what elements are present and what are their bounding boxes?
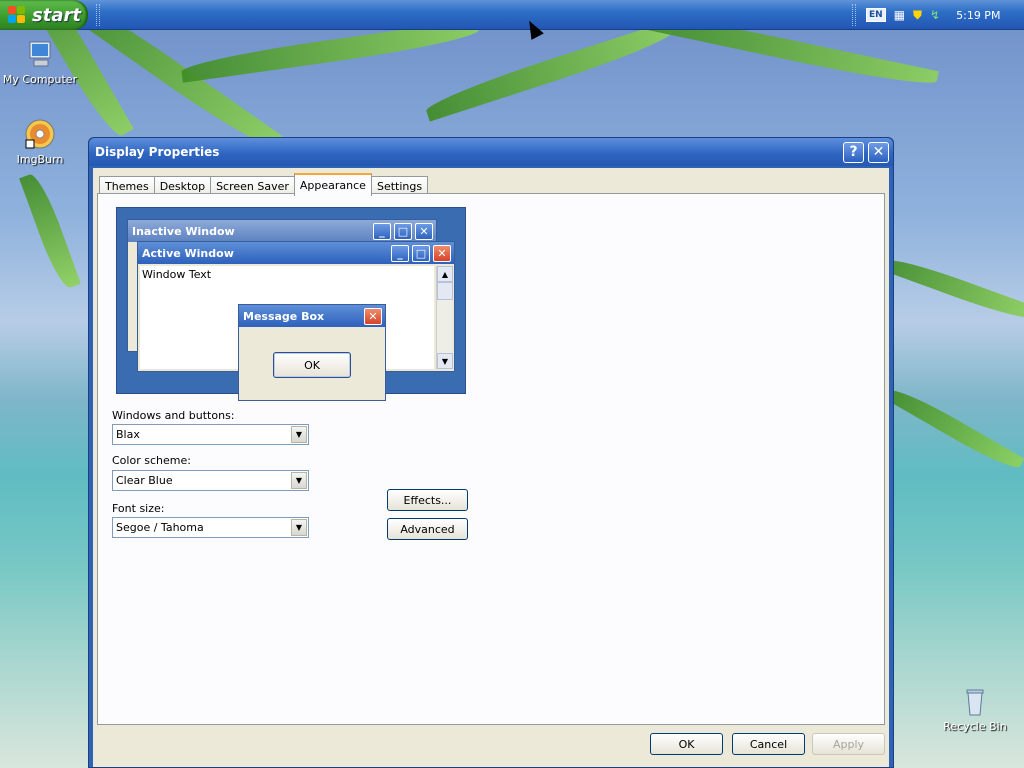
desktop-icon-recycle-bin[interactable]: Recycle Bin bbox=[935, 685, 1015, 733]
palm-frond bbox=[881, 253, 1024, 325]
preview-message-box: Message Box ✕ OK bbox=[238, 304, 386, 401]
tab-appearance[interactable]: Appearance bbox=[293, 173, 372, 196]
minimize-icon: _ bbox=[373, 222, 391, 240]
clock[interactable]: 5:19 PM bbox=[956, 9, 1000, 22]
start-label: start bbox=[32, 4, 81, 26]
appearance-panel: Inactive Window _ □ ✕ Active Window _ □ … bbox=[97, 193, 885, 725]
preview-active-title: Active Window bbox=[142, 246, 234, 260]
appearance-preview: Inactive Window _ □ ✕ Active Window _ □ … bbox=[116, 207, 466, 401]
color-scheme-value: Clear Blue bbox=[116, 474, 173, 487]
start-button[interactable]: start bbox=[0, 0, 88, 30]
preview-msgbox-title: Message Box bbox=[243, 309, 325, 323]
close-button[interactable]: ✕ bbox=[868, 141, 889, 163]
help-button[interactable]: ? bbox=[843, 141, 864, 163]
chevron-down-icon[interactable]: ▼ bbox=[291, 519, 307, 536]
font-size-select[interactable]: Segoe / Tahoma ▼ bbox=[112, 517, 309, 538]
desktop-icon-label: ImgBurn bbox=[16, 153, 64, 166]
chevron-down-icon[interactable]: ▼ bbox=[291, 472, 307, 489]
windows-buttons-value: Blax bbox=[116, 428, 140, 441]
dialog-client: Themes Desktop Screen Saver Appearance S… bbox=[93, 168, 889, 767]
color-scheme-select[interactable]: Clear Blue ▼ bbox=[112, 470, 309, 491]
scroll-down-icon: ▼ bbox=[437, 353, 453, 369]
maximize-icon: □ bbox=[412, 244, 430, 262]
disc-icon bbox=[25, 119, 55, 149]
preview-window-text: Window Text bbox=[142, 268, 212, 281]
ok-button[interactable]: OK bbox=[650, 733, 723, 755]
effects-button[interactable]: Effects... bbox=[387, 489, 468, 511]
maximize-icon: □ bbox=[394, 222, 412, 240]
advanced-button[interactable]: Advanced bbox=[387, 518, 468, 540]
scroll-thumb bbox=[437, 282, 453, 300]
shield-icon[interactable]: ⛊ bbox=[913, 8, 922, 23]
close-icon: ✕ bbox=[415, 222, 433, 240]
windows-logo-icon bbox=[8, 6, 26, 24]
preview-active-window: Active Window _ □ ✕ Window Text ▲ ▼ Mess… bbox=[137, 241, 455, 401]
palm-frond bbox=[19, 170, 81, 292]
preview-msgbox-ok-button: OK bbox=[273, 352, 351, 378]
scroll-up-icon: ▲ bbox=[437, 266, 453, 282]
taskbar: start EN ▦ ⛊ ↯ 5:19 PM bbox=[0, 0, 1024, 30]
windows-buttons-select[interactable]: Blax ▼ bbox=[112, 424, 309, 445]
system-tray: EN ▦ ⛊ ↯ 5:19 PM bbox=[852, 0, 1024, 30]
desktop-icon-label: Recycle Bin bbox=[943, 720, 1007, 733]
chevron-down-icon[interactable]: ▼ bbox=[291, 426, 307, 443]
language-indicator[interactable]: EN bbox=[866, 8, 886, 22]
keyboard-icon[interactable]: ▦ bbox=[894, 8, 905, 22]
preview-inactive-titlebar: Inactive Window _ □ ✕ bbox=[128, 220, 436, 242]
recycle-bin-icon bbox=[966, 689, 984, 716]
display-properties-dialog: Display Properties ? ✕ Themes Desktop Sc… bbox=[88, 137, 894, 768]
font-size-value: Segoe / Tahoma bbox=[116, 521, 204, 534]
dialog-title: Display Properties bbox=[95, 145, 220, 159]
close-icon: ✕ bbox=[364, 307, 382, 325]
minimize-icon: _ bbox=[391, 244, 409, 262]
windows-buttons-label: Windows and buttons: bbox=[112, 409, 235, 422]
network-icon[interactable]: ↯ bbox=[930, 8, 940, 22]
preview-msgbox-titlebar: Message Box ✕ bbox=[239, 305, 385, 327]
preview-active-titlebar: Active Window _ □ ✕ bbox=[138, 242, 454, 264]
taskbar-grip bbox=[96, 4, 100, 26]
desktop-icon-label: My Computer bbox=[2, 73, 78, 86]
preview-scrollbar: ▲ ▼ bbox=[436, 266, 453, 369]
color-scheme-label: Color scheme: bbox=[112, 454, 191, 467]
dialog-titlebar[interactable]: Display Properties ? ✕ bbox=[89, 138, 893, 166]
cancel-button[interactable]: Cancel bbox=[732, 733, 805, 755]
font-size-label: Font size: bbox=[112, 502, 165, 515]
palm-frond bbox=[885, 383, 1024, 475]
computer-icon bbox=[29, 41, 51, 67]
apply-button[interactable]: Apply bbox=[812, 733, 885, 755]
close-icon: ✕ bbox=[433, 244, 451, 262]
desktop-icon-imgburn[interactable]: ImgBurn bbox=[0, 118, 80, 166]
desktop-icon-my-computer[interactable]: My Computer bbox=[0, 38, 80, 86]
preview-inactive-title: Inactive Window bbox=[132, 224, 235, 238]
